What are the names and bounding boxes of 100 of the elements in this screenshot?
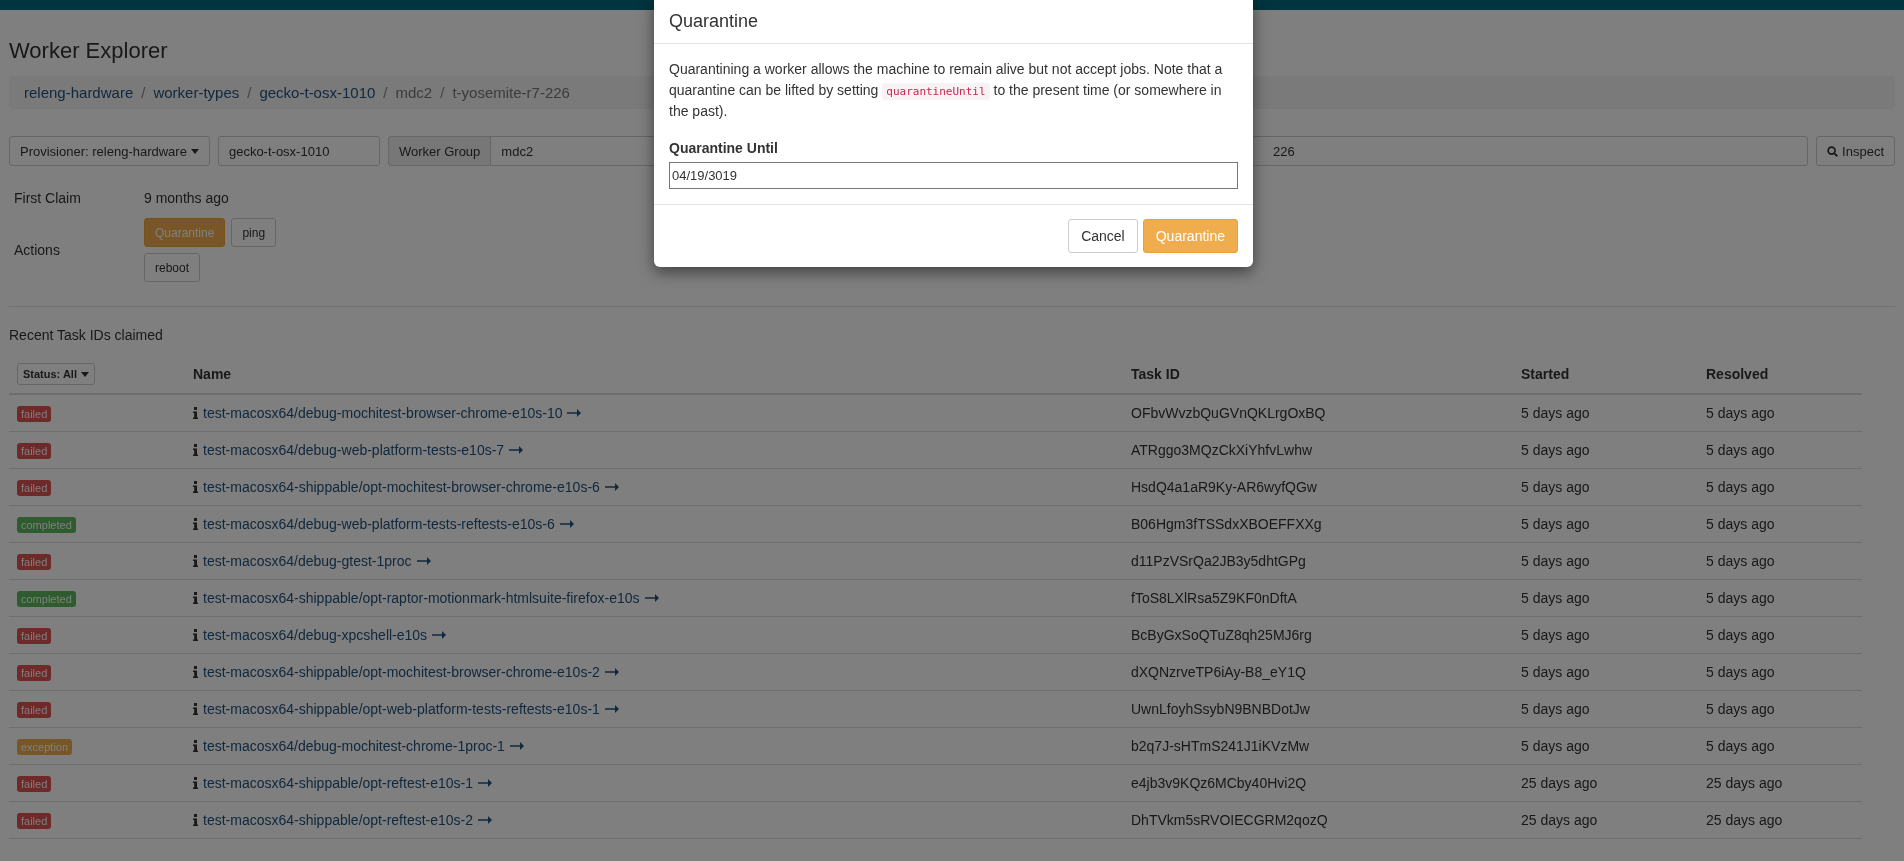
resolved-cell: 5 days ago bbox=[1706, 664, 1775, 680]
task-name-link[interactable]: test-macosx64-shippable/opt-mochitest-browser-chrome-e10s-6 bbox=[203, 479, 600, 495]
status-badge: failed bbox=[17, 664, 52, 681]
started-cell: 5 days ago bbox=[1521, 701, 1590, 717]
status-badge: failed bbox=[17, 775, 52, 792]
task-name-link[interactable]: test-macosx64/debug-mochitest-chrome-1proc-1 bbox=[203, 738, 505, 754]
action-button[interactable]: ping bbox=[231, 218, 277, 247]
breadcrumb-separator: / bbox=[140, 84, 147, 101]
task-id-cell: d11PzVSrQa2JB3y5dhtGPg bbox=[1131, 553, 1306, 569]
resolved-cell: 5 days ago bbox=[1706, 627, 1775, 643]
arrow-right-icon[interactable] bbox=[509, 446, 524, 454]
resolved-cell: 5 days ago bbox=[1706, 738, 1775, 754]
task-name-link[interactable]: test-macosx64-shippable/opt-web-platform-tests-reftests-e10s-1 bbox=[203, 701, 600, 717]
task-name-link[interactable]: test-macosx64/debug-web-platform-tests-reftests-e10s-6 bbox=[203, 516, 555, 532]
info-icon[interactable] bbox=[193, 444, 198, 456]
column-header: Started bbox=[1521, 366, 1570, 382]
action-button[interactable]: reboot bbox=[144, 253, 201, 282]
task-id-cell: dXQNzrveTP6iAy-B8_eY1Q bbox=[1131, 664, 1306, 680]
started-cell: 5 days ago bbox=[1521, 664, 1590, 680]
arrow-right-icon[interactable] bbox=[644, 594, 659, 602]
task-id-cell: HsdQ4a1aR9Ky-AR6wyfQGw bbox=[1131, 479, 1317, 495]
info-icon[interactable] bbox=[193, 481, 198, 493]
info-icon[interactable] bbox=[193, 555, 198, 567]
breadcrumb-item: mdc2 bbox=[395, 84, 433, 101]
started-cell: 5 days ago bbox=[1521, 553, 1590, 569]
dialog-title: Quarantine bbox=[669, 11, 759, 31]
task-id-cell: DhTVkm5sRVOIECGRM2qozQ bbox=[1131, 812, 1328, 828]
task-id-cell: B06Hgm3fTSSdxXBOEFFXXg bbox=[1131, 516, 1322, 532]
arrow-right-icon[interactable] bbox=[509, 742, 524, 750]
started-cell: 5 days ago bbox=[1521, 405, 1590, 421]
arrow-right-icon[interactable] bbox=[604, 705, 619, 713]
column-header: Task ID bbox=[1131, 366, 1180, 382]
date-field[interactable]: 04/19/3019 bbox=[669, 162, 1238, 189]
task-name-link[interactable]: test-macosx64/debug-xpcshell-e10s bbox=[203, 627, 428, 643]
breadcrumb-separator: / bbox=[382, 84, 389, 101]
actions-label: Actions bbox=[14, 242, 61, 258]
arrow-right-icon[interactable] bbox=[567, 409, 582, 417]
arrow-right-icon[interactable] bbox=[432, 631, 447, 639]
status-badge: failed bbox=[17, 405, 52, 422]
caret-icon bbox=[190, 148, 199, 154]
status-badge: failed bbox=[17, 442, 52, 459]
started-cell: 5 days ago bbox=[1521, 442, 1590, 458]
breadcrumb-link[interactable]: worker-types bbox=[153, 84, 240, 101]
status-badge: failed bbox=[17, 553, 52, 570]
info-icon[interactable] bbox=[193, 592, 198, 604]
inspect-button[interactable]: Inspect bbox=[1816, 136, 1895, 166]
info-icon[interactable] bbox=[193, 777, 198, 789]
info-icon[interactable] bbox=[193, 740, 198, 752]
arrow-right-icon[interactable] bbox=[478, 779, 493, 787]
info-icon[interactable] bbox=[193, 666, 198, 678]
provisioner-dropdown[interactable]: Provisioner: releng-hardware bbox=[9, 136, 210, 166]
resolved-cell: 5 days ago bbox=[1706, 442, 1775, 458]
resolved-cell: 25 days ago bbox=[1706, 812, 1783, 828]
task-id-cell: OFbvWvzbQuGVnQKLrgOxBQ bbox=[1131, 405, 1326, 421]
task-name-link[interactable]: test-macosx64-shippable/opt-reftest-e10s-2 bbox=[203, 812, 474, 828]
arrow-right-icon[interactable] bbox=[604, 483, 619, 491]
task-name-link[interactable]: test-macosx64/debug-gtest-1proc bbox=[203, 553, 412, 569]
resolved-cell: 5 days ago bbox=[1706, 516, 1775, 532]
task-name-link[interactable]: test-macosx64-shippable/opt-mochitest-browser-chrome-e10s-2 bbox=[203, 664, 600, 680]
arrow-right-icon[interactable] bbox=[478, 816, 493, 824]
info-icon[interactable] bbox=[193, 518, 198, 530]
detail-value: 9 months ago bbox=[144, 190, 230, 206]
started-cell: 25 days ago bbox=[1521, 775, 1598, 791]
worker-type-field[interactable]: gecko-t-osx-1010 bbox=[217, 136, 380, 166]
column-header: Name bbox=[193, 366, 232, 382]
task-name-link[interactable]: test-macosx64/debug-mochitest-browser-chrome-e10s-10 bbox=[203, 405, 563, 421]
arrow-right-icon[interactable] bbox=[416, 557, 431, 565]
task-id-cell: UwnLfoyhSsybN9BNBDotJw bbox=[1131, 701, 1310, 717]
info-icon[interactable] bbox=[193, 814, 198, 826]
page-title: Worker Explorer bbox=[9, 38, 169, 64]
resolved-cell: 5 days ago bbox=[1706, 590, 1775, 606]
detail-label: First Claim bbox=[14, 190, 82, 206]
status-badge: failed bbox=[17, 812, 52, 829]
breadcrumb-link[interactable]: gecko-t-osx-1010 bbox=[259, 84, 376, 101]
arrow-right-icon[interactable] bbox=[559, 520, 574, 528]
info-icon[interactable] bbox=[193, 629, 198, 641]
arrow-right-icon[interactable] bbox=[604, 668, 619, 676]
status-badge: completed bbox=[17, 590, 76, 607]
task-name-link[interactable]: test-macosx64-shippable/opt-raptor-motionmark-htmlsuite-firefox-e10s bbox=[203, 590, 640, 606]
field-label: Quarantine Until bbox=[669, 140, 778, 156]
started-cell: 25 days ago bbox=[1521, 812, 1598, 828]
caret-icon bbox=[81, 371, 89, 377]
task-name-link[interactable]: test-macosx64-shippable/opt-reftest-e10s-1 bbox=[203, 775, 474, 791]
resolved-cell: 25 days ago bbox=[1706, 775, 1783, 791]
breadcrumb-separator: / bbox=[246, 84, 253, 101]
breadcrumb-link[interactable]: releng-hardware bbox=[24, 84, 134, 101]
task-id-cell: BcByGxSoQTuZ8qh25MJ6rg bbox=[1131, 627, 1312, 643]
info-icon[interactable] bbox=[193, 407, 198, 419]
dialog-button[interactable]: Cancel bbox=[1068, 219, 1138, 253]
status-badge: exception bbox=[17, 738, 73, 755]
status-filter-dropdown[interactable]: Status: All bbox=[17, 363, 95, 385]
started-cell: 5 days ago bbox=[1521, 738, 1590, 754]
task-name-link[interactable]: test-macosx64/debug-web-platform-tests-e10s-7 bbox=[203, 442, 505, 458]
breadcrumb-separator: / bbox=[439, 84, 446, 101]
column-header: Resolved bbox=[1706, 366, 1769, 382]
info-icon[interactable] bbox=[193, 703, 198, 715]
dialog-description: Quarantining a worker allows the machine to remain alive but not accept jobs. Note that a quarantine can be lifted by setting quarantineUntil to the present time (or somewhere in the past). bbox=[669, 60, 1224, 121]
worker-group-label: Worker Group bbox=[387, 136, 492, 166]
search-icon bbox=[1827, 145, 1839, 157]
dialog-button[interactable]: Quarantine bbox=[1142, 219, 1238, 253]
